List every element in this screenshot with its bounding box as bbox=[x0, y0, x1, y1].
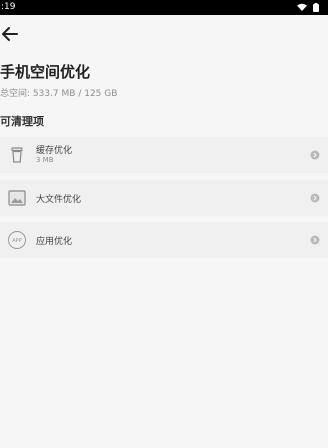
status-icons bbox=[297, 3, 319, 12]
total-space-text: 总空间: 533.7 MB / 125 GB bbox=[0, 89, 118, 99]
item-label: 大文件优化 bbox=[36, 195, 82, 205]
item-label: 应用优化 bbox=[36, 237, 73, 247]
cache-optimize-item[interactable]: 缓存优化 3 MB bbox=[0, 137, 328, 173]
app-icon: APP bbox=[8, 231, 26, 249]
page-title: 手机空间优化 bbox=[0, 63, 91, 81]
back-button[interactable] bbox=[0, 22, 24, 46]
status-time: :19 bbox=[1, 2, 16, 12]
chevron-right-icon bbox=[310, 193, 320, 203]
arrow-left-icon bbox=[2, 27, 18, 41]
app-optimize-item[interactable]: APP 应用优化 bbox=[0, 222, 328, 258]
chevron-right-icon bbox=[310, 235, 320, 245]
item-label: 缓存优化 bbox=[36, 146, 73, 156]
big-file-optimize-item[interactable]: 大文件优化 bbox=[0, 180, 328, 216]
image-file-icon bbox=[8, 190, 26, 206]
trash-icon bbox=[11, 147, 23, 163]
status-bar: :19 bbox=[0, 0, 328, 15]
chevron-right-icon bbox=[310, 150, 320, 160]
item-size: 3 MB bbox=[36, 156, 54, 164]
app-icon-text: APP bbox=[12, 238, 21, 244]
battery-icon bbox=[313, 3, 319, 12]
section-title: 可清理项 bbox=[0, 115, 44, 128]
wifi-icon bbox=[297, 3, 307, 11]
